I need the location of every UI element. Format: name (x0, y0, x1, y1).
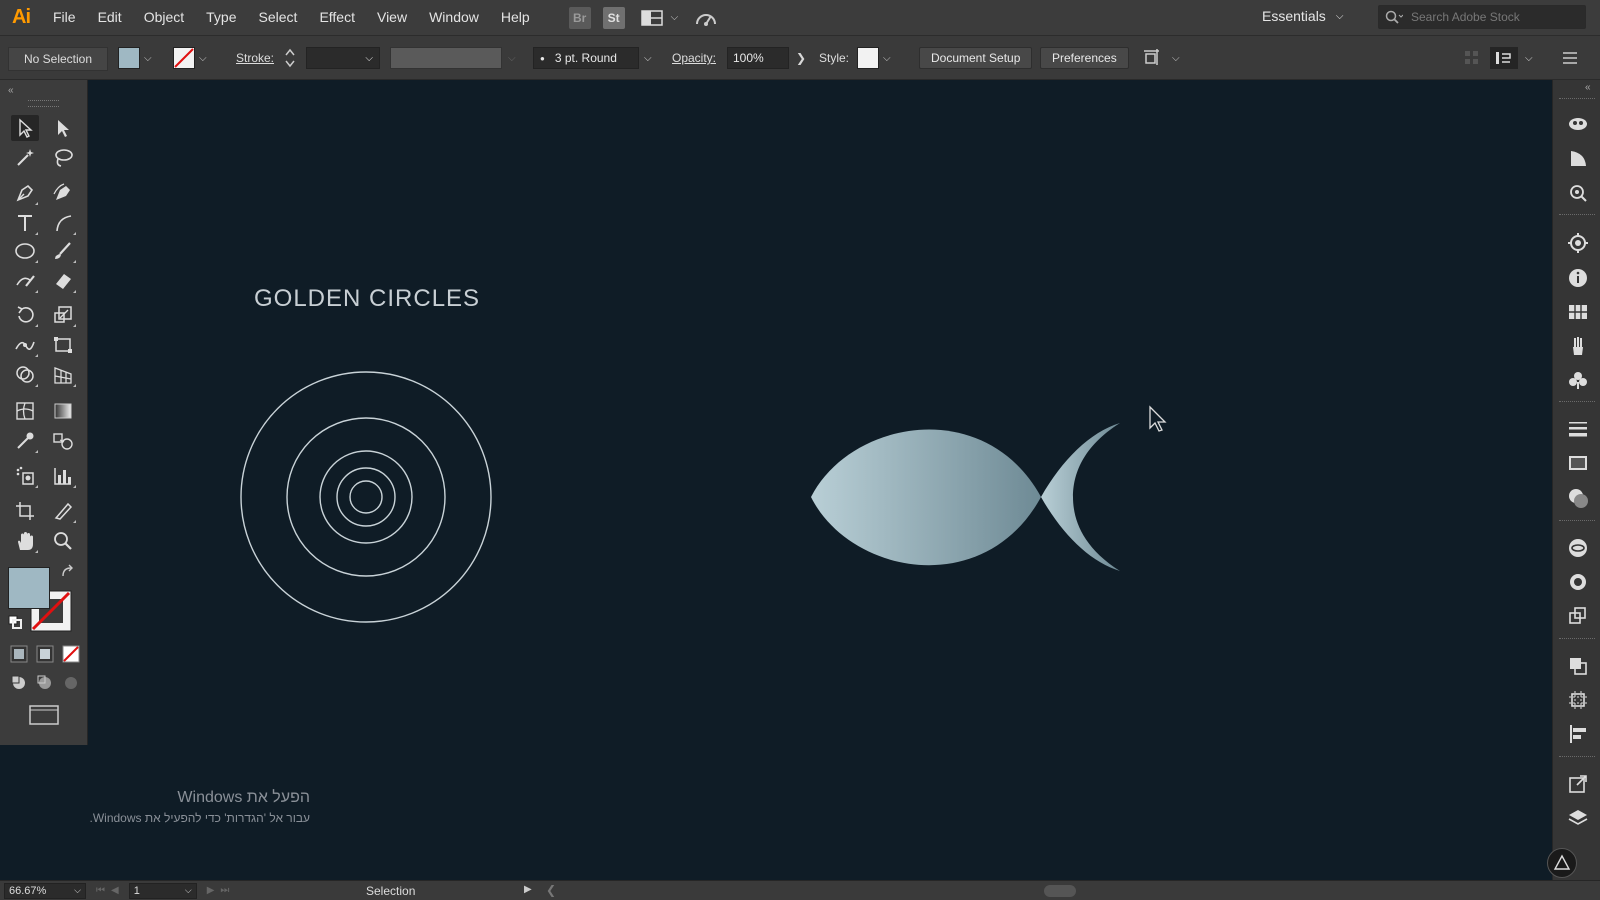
golden-circles-artwork[interactable] (240, 371, 492, 623)
mouse-cursor-icon (1149, 405, 1167, 432)
transform-panel-icon[interactable] (1565, 687, 1591, 713)
previous-artboard-icon[interactable]: ◀ (111, 885, 119, 896)
zoom-level-field[interactable]: 66.67% ⌵ (4, 882, 86, 899)
align-panel-icon[interactable] (1565, 721, 1591, 747)
image-trace-icon[interactable] (1565, 180, 1591, 206)
chevron-down-icon: ⌵ (74, 885, 81, 895)
collapse-dock-icon[interactable]: « (1585, 82, 1591, 93)
gradient-panel-icon[interactable] (1565, 450, 1591, 476)
asset-export-icon[interactable] (1565, 145, 1591, 171)
sync-icon (1553, 854, 1571, 870)
cc-libraries-icon[interactable] (1565, 110, 1591, 136)
current-tool-status[interactable]: Selection (366, 884, 415, 898)
layers-stack-icon[interactable] (1565, 603, 1591, 629)
circle-outer[interactable] (240, 371, 492, 623)
right-panel-dock: « (1552, 80, 1600, 880)
circle-small[interactable] (336, 467, 396, 527)
appearance-icon[interactable] (1565, 535, 1591, 561)
horizontal-scrollbar-thumb[interactable] (1044, 885, 1076, 897)
artwork-layer (240, 371, 1167, 623)
pathfinder-icon[interactable] (1565, 653, 1591, 679)
circle-inner[interactable] (349, 480, 383, 514)
first-artboard-icon[interactable]: ⏮ (96, 885, 105, 896)
swatches-icon[interactable] (1565, 299, 1591, 325)
export-panel-icon[interactable] (1565, 771, 1591, 797)
fish-body[interactable] (811, 429, 1041, 566)
stroke-panel-icon[interactable] (1565, 416, 1591, 442)
status-bar: 66.67% ⌵ ⏮ ◀ 1 ⌵ ▶ ⏭ Selection ▶ ❮ (0, 880, 1600, 900)
artboard-number-value: 1 (133, 884, 140, 897)
layers-icon[interactable] (1565, 805, 1591, 831)
artboard-number-field[interactable]: 1 ⌵ (128, 882, 197, 899)
status-menu-arrow-icon[interactable]: ▶ (524, 884, 532, 895)
symbols-icon[interactable] (1565, 367, 1591, 393)
brushes-icon[interactable] (1565, 333, 1591, 359)
fish-artwork[interactable] (811, 423, 1120, 571)
next-artboard-icon[interactable]: ▶ (207, 885, 215, 896)
graphic-styles-icon[interactable] (1565, 569, 1591, 595)
chevron-down-icon: ⌵ (184, 885, 192, 895)
info-icon[interactable] (1565, 265, 1591, 291)
circle-large[interactable] (286, 417, 446, 577)
fish-tail[interactable] (1041, 423, 1120, 571)
zoom-level-value: 66.67% (9, 884, 47, 897)
scroll-left-icon[interactable]: ❮ (546, 883, 556, 897)
last-artboard-icon[interactable]: ⏭ (220, 885, 229, 896)
windows-activation-text: עבור אל 'הגדרות' כדי להפעיל את Windows. (89, 811, 311, 825)
windows-activation-title: הפעל את Windows (177, 789, 310, 806)
transparency-icon[interactable] (1565, 485, 1591, 511)
sync-status-button[interactable] (1547, 848, 1577, 878)
circle-medium[interactable] (319, 450, 413, 544)
color-guide-icon[interactable] (1565, 230, 1591, 256)
